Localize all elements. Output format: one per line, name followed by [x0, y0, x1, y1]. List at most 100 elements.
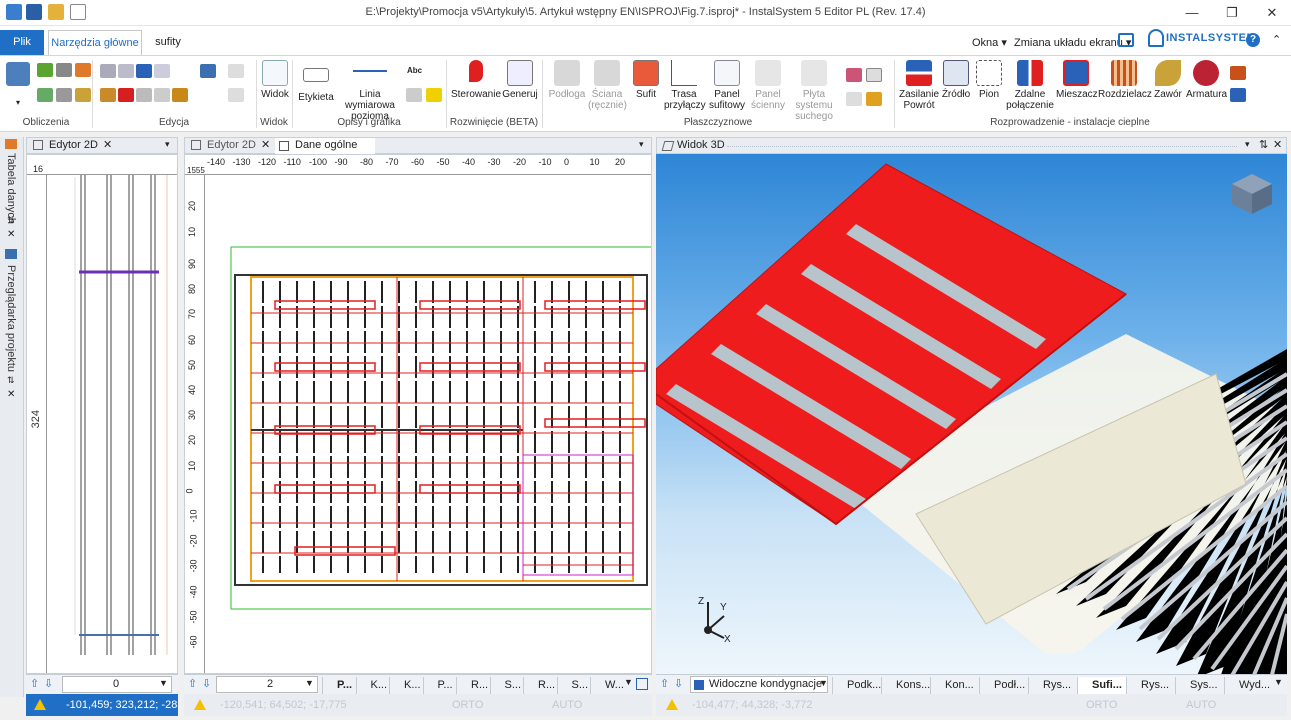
snap-icon[interactable]	[228, 88, 244, 102]
warning-icon[interactable]	[34, 699, 46, 710]
arrow-down-icon[interactable]: ⇩	[44, 677, 53, 690]
rotate-icon[interactable]	[136, 88, 152, 102]
left-editor-tab[interactable]: Edytor 2D	[49, 139, 98, 151]
layer-tab[interactable]: Wyd...	[1224, 677, 1273, 694]
dry-plate-button[interactable]: Płyta systemu suchego	[786, 60, 842, 122]
close-icon[interactable]: ✕	[1273, 138, 1282, 151]
view-cube[interactable]	[1230, 172, 1274, 216]
layer-tab[interactable]: Podł...	[979, 677, 1028, 694]
remote-button[interactable]: Zdalne połączenie	[1006, 60, 1054, 111]
wall-panel-button[interactable]: Panel ścienny	[750, 60, 786, 111]
close-tab-icon[interactable]: ✕	[261, 138, 270, 151]
arrow-down-icon[interactable]: ⇩	[674, 677, 683, 690]
measure-icon[interactable]	[172, 88, 188, 102]
close-tab-icon[interactable]: ✕	[103, 138, 112, 151]
generate-button[interactable]: Generuj	[502, 60, 538, 100]
route-button[interactable]: Trasa przyłączy	[664, 60, 706, 111]
layer-tab[interactable]: Rys...	[1028, 677, 1077, 694]
warning-icon[interactable]	[194, 699, 206, 710]
valve-button[interactable]: Zawór	[1152, 60, 1184, 100]
left-canvas[interactable]: 16 324	[26, 154, 178, 674]
ortho-toggle[interactable]: ORTO	[452, 694, 483, 716]
wall-button[interactable]: Ściana (ręcznie)	[588, 60, 627, 111]
collapse-ribbon-icon[interactable]: ⌃	[1272, 33, 1281, 46]
view3d-canvas[interactable]: Z Y X	[656, 154, 1287, 674]
highlighter-icon[interactable]	[426, 88, 442, 102]
close-icon[interactable]: ✕	[7, 389, 15, 400]
riser-button[interactable]: Pion	[974, 60, 1004, 100]
close-icon[interactable]: ✕	[7, 229, 15, 240]
grid-icon[interactable]	[228, 64, 244, 78]
layer-tab[interactable]: K...	[389, 677, 422, 694]
mixer-button[interactable]: Mieszacz	[1056, 60, 1098, 100]
stack-icon[interactable]	[866, 92, 882, 106]
tool-icon[interactable]	[75, 88, 91, 102]
layer-tab[interactable]: R...	[456, 677, 489, 694]
tab-ceilings[interactable]: sufity	[148, 30, 188, 56]
supply-button[interactable]: Zasilanie Powrót	[898, 60, 940, 111]
undo-icon[interactable]	[136, 64, 152, 78]
panel-menu-icon[interactable]: ▾	[639, 139, 644, 150]
arrow-down-icon[interactable]: ⇩	[202, 677, 211, 690]
calc-dropdown-icon[interactable]: ▾	[16, 98, 20, 107]
pin-icon[interactable]: ⇅	[1259, 138, 1268, 151]
tab-general-data[interactable]: Dane ogólne	[275, 138, 375, 154]
align-icon[interactable]	[200, 64, 216, 78]
layer-tab[interactable]: P...	[322, 677, 355, 694]
monitor-icon[interactable]	[1118, 33, 1134, 47]
layer-tab[interactable]: Rys...	[1126, 677, 1175, 694]
tab-editor-2d[interactable]: Edytor 2D	[207, 139, 256, 151]
layout-menu[interactable]: Zmiana układu ekranu ▾	[1014, 36, 1131, 49]
delete-icon[interactable]	[118, 88, 134, 102]
restore-button[interactable]: ❐	[1212, 0, 1252, 26]
ceiling-button[interactable]: Sufit	[628, 60, 664, 100]
project-browser-tab[interactable]: Przeglądarka projektu	[5, 265, 17, 372]
layer-tab[interactable]: Kon...	[930, 677, 979, 694]
windows-menu[interactable]: Okna ▾	[972, 36, 1007, 49]
heater-icon[interactable]	[1230, 66, 1246, 80]
sensor-icon[interactable]	[1230, 88, 1246, 102]
arrow-up-icon[interactable]: ⇧	[188, 677, 197, 690]
level-select[interactable]: 0 ▼	[62, 676, 172, 693]
mirror-icon[interactable]	[154, 88, 170, 102]
tab-file[interactable]: Plik	[0, 30, 44, 55]
calculator-icon[interactable]	[6, 62, 30, 86]
ortho-toggle[interactable]: ORTO	[1086, 694, 1117, 716]
layers-icon[interactable]	[846, 68, 862, 82]
tabs-menu-icon[interactable]: ▼	[1274, 677, 1283, 687]
pipe-icon[interactable]	[56, 63, 72, 77]
panel-menu-icon[interactable]: ▾	[1245, 139, 1250, 150]
select-icon[interactable]	[154, 64, 170, 78]
text-style-icon[interactable]: Abc	[407, 66, 422, 75]
source-button[interactable]: Źródło	[940, 60, 972, 100]
visible-floors-button[interactable]: Widoczne kondygnacje ▼	[690, 676, 828, 693]
tab-main-tools[interactable]: Narzędzia główne	[48, 30, 142, 56]
pin-icon[interactable]: ⇅	[7, 375, 15, 386]
paste-icon[interactable]	[100, 64, 116, 78]
floor-button[interactable]: Podłoga	[546, 60, 588, 100]
auto-toggle[interactable]: AUTO	[552, 694, 582, 716]
tabs-menu-icon[interactable]: ▼	[624, 677, 633, 687]
layer-tab[interactable]: K...	[355, 677, 389, 694]
ruler-icon[interactable]	[56, 88, 72, 102]
close-button[interactable]: ✕	[1252, 0, 1291, 26]
fitting-button[interactable]: Armatura	[1186, 60, 1227, 100]
distributor-button[interactable]: Rozdzielacz	[1098, 60, 1152, 100]
minimize-button[interactable]: —	[1172, 0, 1212, 26]
layer-tab[interactable]: Kons...	[881, 677, 930, 694]
arrow-up-icon[interactable]: ⇧	[30, 677, 39, 690]
grid-small-icon[interactable]	[846, 92, 862, 106]
copy-icon[interactable]	[118, 64, 134, 78]
image-icon[interactable]	[406, 88, 422, 102]
brush-icon[interactable]	[100, 88, 116, 102]
arrow-up-icon[interactable]: ⇧	[660, 677, 669, 690]
level-select[interactable]: 2 ▼	[216, 676, 318, 693]
control-button[interactable]: Sterowanie	[450, 60, 502, 100]
plan-canvas[interactable]: 1555 -140 -130 -120 -110 -100 -90 -80 -70 -60 -50…	[184, 154, 652, 674]
pin-icon[interactable]: ⇅	[7, 215, 15, 226]
layer-tab[interactable]: Podk...	[832, 677, 881, 694]
layer-tab[interactable]: R...	[523, 677, 556, 694]
help-icon[interactable]: ?	[1246, 33, 1260, 47]
layer-tab[interactable]: W...	[590, 677, 623, 694]
label-button[interactable]: Etykieta	[296, 60, 336, 103]
